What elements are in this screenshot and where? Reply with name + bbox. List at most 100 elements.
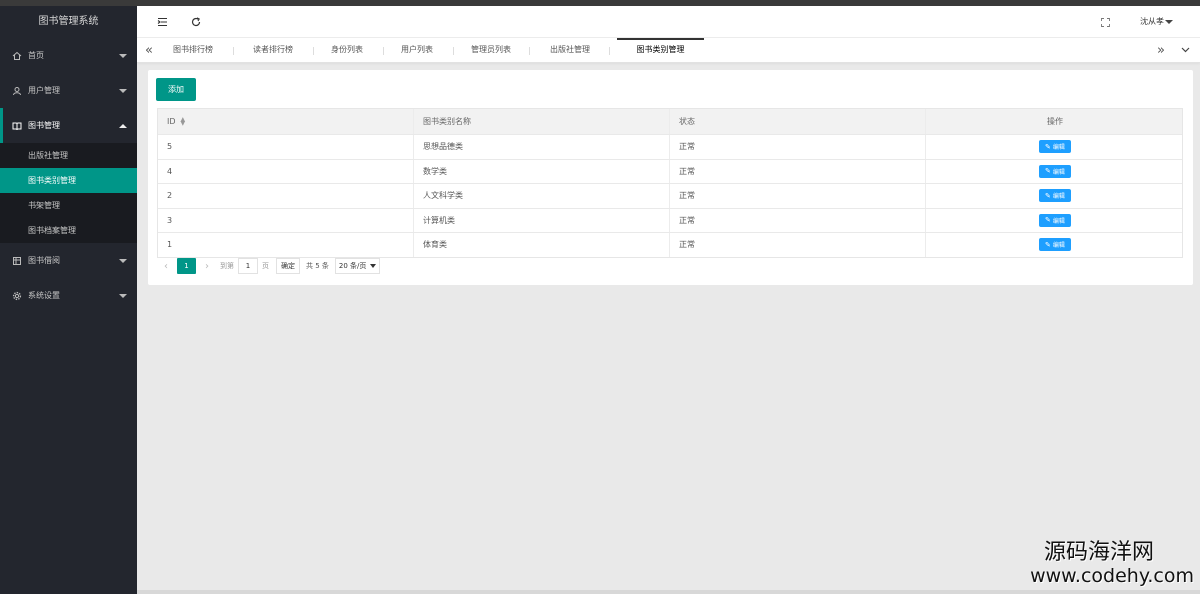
tab-divider [383,47,384,55]
tab-divider [609,47,610,55]
watermark-title: 源码海洋网 [1043,540,1154,565]
cell-id: 5 [167,142,173,152]
tabs-next-icon[interactable]: » [1150,38,1172,62]
submenu-item-publisher[interactable]: 出版社管理 [0,143,137,168]
sidebar-item-home[interactable]: 首页 [0,38,137,73]
cell-id: 3 [167,215,173,225]
cell-name: 体育类 [413,233,669,257]
gear-icon [12,291,22,301]
tab-identity-list[interactable]: 身份列表 [323,38,371,62]
next-page-icon[interactable]: › [198,258,216,274]
cell-id: 2 [167,191,173,201]
cell-action: ✎ 编辑 [925,135,1184,159]
page-size-select[interactable]: 20 条/页 [334,258,381,274]
tab-publisher[interactable]: 出版社管理 [539,38,601,62]
menu-toggle-icon[interactable] [154,14,170,30]
edit-button[interactable]: ✎ 编辑 [1039,140,1071,154]
column-header-name: 图书类别名称 [413,109,669,134]
add-button[interactable]: 添加 [156,78,196,101]
tab-book-ranking[interactable]: 图书排行榜 [163,38,223,62]
chevron-up-icon [119,123,127,128]
bottom-border [137,590,1200,594]
chevron-down-icon [1165,20,1173,24]
top-header: 沈从孝 [137,6,1200,38]
sidebar: 图书管理系统 首页 用户管理 图书管理 出版社管理 图书类别管理 书架管理 图书… [0,6,137,594]
borrow-icon [12,256,22,266]
cell-action: ✎ 编辑 [925,184,1184,208]
sidebar-item-label: 用户管理 [28,86,60,95]
table-row: 2 人文科学类 正常 ✎ 编辑 [158,183,1182,208]
pagination: ‹ 1 › 到第 1 页 确定 共 5 条 20 条/页 [157,254,381,278]
pencil-icon: ✎ [1045,142,1051,151]
column-header-status: 状态 [669,109,925,134]
pencil-icon: ✎ [1045,216,1051,225]
prev-page-icon[interactable]: ‹ [157,258,175,274]
sidebar-item-label: 系统设置 [28,291,60,300]
sidebar-item-users[interactable]: 用户管理 [0,73,137,108]
tabs-prev-icon[interactable]: « [138,38,160,62]
submenu-item-bookshelf[interactable]: 书架管理 [0,193,137,218]
cell-status: 正常 [669,159,925,183]
user-icon [12,86,22,96]
home-icon [12,51,22,61]
edit-button[interactable]: ✎ 编辑 [1039,189,1071,203]
sidebar-item-label: 首页 [28,51,44,60]
tabs-bar: « 图书排行榜 读者排行榜 身份列表 用户列表 管理员列表 出版社管理 图书类别… [137,38,1200,63]
cell-action: ✎ 编辑 [925,208,1184,232]
submenu-books: 出版社管理 图书类别管理 书架管理 图书档案管理 [0,143,137,243]
edit-button[interactable]: ✎ 编辑 [1039,238,1071,252]
cell-status: 正常 [669,135,925,159]
page-unit-label: 页 [262,262,269,270]
category-table: ID ▲ ▼ 图书类别名称 状态 操作 5 思想品德类 正常 ✎ 编辑 4 数学类 … [157,108,1183,258]
pencil-icon: ✎ [1045,191,1051,200]
tabs-menu-icon[interactable] [1174,38,1196,62]
cell-name: 计算机类 [413,208,669,232]
page-number-current[interactable]: 1 [177,258,196,274]
chevron-down-icon [119,258,127,263]
pencil-icon: ✎ [1045,167,1051,176]
tab-user-list[interactable]: 用户列表 [393,38,441,62]
pencil-icon: ✎ [1045,240,1051,249]
sidebar-item-label: 图书借阅 [28,256,60,265]
book-icon [12,121,22,131]
app-title: 图书管理系统 [38,16,99,27]
tab-divider [453,47,454,55]
sidebar-item-settings[interactable]: 系统设置 [0,278,137,313]
sidebar-item-label: 图书管理 [28,121,60,130]
edit-button[interactable]: ✎ 编辑 [1039,164,1071,178]
tab-divider [313,47,314,55]
chevron-down-icon [119,293,127,298]
fullscreen-icon[interactable] [1097,14,1113,30]
cell-action: ✎ 编辑 [925,233,1184,257]
sidebar-item-borrow[interactable]: 图书借阅 [0,243,137,278]
chevron-down-icon [119,88,127,93]
total-count: 共 5 条 [306,262,329,270]
table-row: 4 数学类 正常 ✎ 编辑 [158,158,1184,183]
edit-button[interactable]: ✎ 编辑 [1039,213,1071,227]
tab-admin-list[interactable]: 管理员列表 [463,38,519,62]
chevron-down-icon [370,264,377,268]
table-row: 5 思想品德类 正常 ✎ 编辑 [158,134,1182,159]
cell-action: ✎ 编辑 [925,159,1184,183]
cell-status: 正常 [669,233,925,257]
column-header-id[interactable]: ID ▲ ▼ [158,109,413,134]
submenu-item-book-category[interactable]: 图书类别管理 [0,168,137,193]
chevron-down-icon [119,53,127,58]
goto-label: 到第 [220,262,234,270]
column-header-action: 操作 [925,109,1184,134]
sort-icon[interactable]: ▲ ▼ [181,116,186,126]
submenu-item-book-archive[interactable]: 图书档案管理 [0,218,137,243]
tab-divider [233,47,234,55]
goto-page-input[interactable]: 1 [238,258,258,274]
tab-book-category[interactable]: 图书类别管理 [617,38,704,62]
sidebar-item-books[interactable]: 图书管理 [0,108,137,143]
watermark-url: www.codehy.com [1030,565,1194,587]
tab-reader-ranking[interactable]: 读者排行榜 [243,38,303,62]
cell-status: 正常 [669,184,925,208]
goto-confirm-button[interactable]: 确定 [276,258,300,274]
cell-id: 4 [167,166,173,176]
refresh-icon[interactable] [188,14,204,30]
content-card: 添加 ID ▲ ▼ 图书类别名称 状态 操作 5 思想品德类 正常 ✎ 编辑 4 数… [148,70,1193,285]
user-menu[interactable]: 沈从孝 [1140,16,1164,27]
tab-divider [529,47,530,55]
